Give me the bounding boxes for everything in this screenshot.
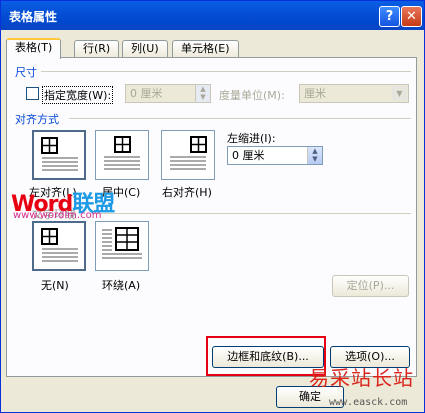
align-right-label: 右对齐(H) [162, 186, 212, 199]
left-indent-spinner[interactable]: ▲ ▼ [307, 147, 322, 164]
wrap-around-option[interactable] [95, 221, 149, 271]
wrap-none-icon [41, 228, 78, 262]
unit-label: 度量单位(M): [219, 89, 285, 102]
alignment-section-label: 对齐方式 [15, 113, 59, 126]
left-indent-value: 0 厘米 [232, 149, 265, 162]
dialog-title: 表格属性 [9, 10, 58, 24]
width-input[interactable]: 0 厘米 ▲ ▼ [125, 84, 211, 103]
align-center-icon [104, 136, 140, 170]
easck-stamp: 易采站长站 [309, 366, 414, 390]
title-bar[interactable]: 表格属性 ? ✕ [1, 1, 424, 30]
help-button[interactable]: ? [379, 6, 400, 27]
left-indent-input[interactable]: 0 厘米 ▲ ▼ [227, 146, 323, 165]
width-value: 0 厘米 [130, 87, 163, 100]
easck-url: www.easck.com [329, 397, 408, 408]
wordlm-url: www.wordlm.com [13, 210, 102, 221]
highlight-box [206, 336, 326, 376]
wrap-none-option[interactable] [32, 221, 86, 271]
table-properties-dialog: 表格属性 ? ✕ 表格(T) 行(R) 列(U) 单元格(E) 尺寸 指定宽度(… [0, 0, 425, 413]
size-separator [41, 71, 411, 72]
unit-value: 厘米 [304, 87, 326, 100]
width-spinner[interactable]: ▲ ▼ [195, 85, 210, 102]
chevron-down-icon: ▼ [392, 86, 407, 101]
alignment-separator [69, 118, 411, 119]
align-center-option[interactable] [95, 130, 149, 180]
specify-width-checkbox[interactable] [26, 87, 39, 100]
wrap-around-icon [102, 227, 142, 259]
align-left-option[interactable] [32, 130, 86, 180]
position-button[interactable]: 定位(P)... [332, 275, 409, 297]
close-button[interactable]: ✕ [401, 6, 422, 27]
tab-column[interactable]: 列(U) [122, 40, 168, 58]
align-left-icon [41, 137, 78, 171]
unit-select[interactable]: 厘米 ▼ [299, 84, 409, 103]
wrapping-separator [91, 213, 411, 214]
wrap-around-label: 环绕(A) [102, 279, 141, 292]
specify-width-label: 指定宽度(W): [42, 86, 114, 104]
tab-row[interactable]: 行(R) [74, 40, 120, 58]
tab-cell[interactable]: 单元格(E) [172, 40, 239, 58]
wrap-none-label: 无(N) [41, 279, 69, 292]
align-right-icon [170, 136, 207, 170]
left-indent-label: 左缩进(I): [227, 132, 276, 145]
size-section-label: 尺寸 [15, 66, 37, 79]
align-right-option[interactable] [161, 130, 215, 180]
tab-table[interactable]: 表格(T) [6, 38, 62, 59]
